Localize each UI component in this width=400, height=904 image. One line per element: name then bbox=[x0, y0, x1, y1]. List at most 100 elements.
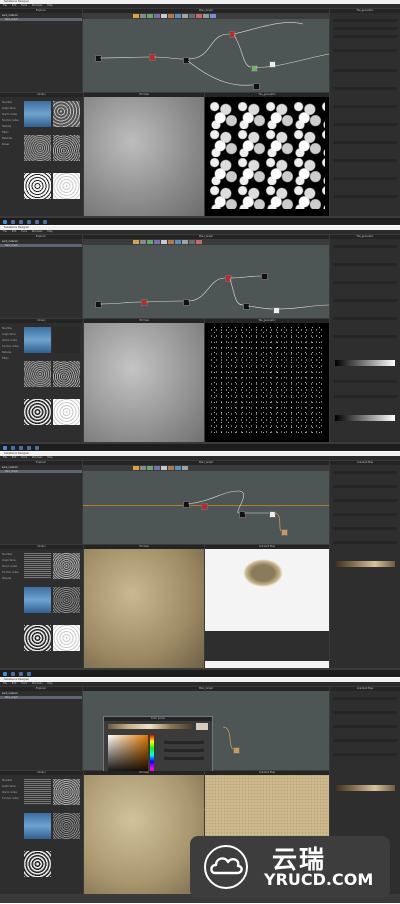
hue-slider[interactable] bbox=[150, 735, 154, 775]
library-category[interactable]: Graph items bbox=[2, 107, 22, 110]
library-thumbnail[interactable] bbox=[24, 399, 51, 425]
taskbar-app-icon[interactable] bbox=[11, 219, 15, 224]
menu-tools[interactable]: Tools bbox=[21, 4, 27, 7]
library-category[interactable]: Graph items bbox=[2, 333, 22, 336]
library-thumbnail[interactable] bbox=[24, 587, 51, 613]
explorer-graph-item[interactable]: Main_Graph bbox=[0, 18, 82, 21]
library-thumbnail[interactable] bbox=[53, 399, 80, 425]
library-category[interactable]: Textures bbox=[2, 351, 22, 354]
library-thumbnail[interactable] bbox=[24, 813, 51, 839]
property-slider[interactable] bbox=[333, 245, 397, 248]
menu-file[interactable]: File bbox=[3, 4, 7, 7]
property-slider[interactable] bbox=[333, 141, 397, 144]
property-slider[interactable] bbox=[333, 541, 397, 544]
property-slider[interactable] bbox=[333, 87, 397, 90]
menu-edit[interactable]: Edit bbox=[12, 456, 17, 459]
property-slider[interactable] bbox=[333, 35, 397, 38]
library-category[interactable]: Function nodes bbox=[2, 345, 22, 348]
taskbar-app-icon[interactable] bbox=[19, 445, 23, 450]
library-thumbnail[interactable] bbox=[53, 587, 80, 613]
library-thumbnail[interactable] bbox=[24, 625, 51, 651]
taskbar-app-icon[interactable] bbox=[43, 219, 47, 224]
gradient-ramp[interactable] bbox=[335, 561, 395, 567]
property-slider[interactable] bbox=[333, 711, 397, 714]
menu-tools[interactable]: Tools bbox=[21, 230, 27, 233]
library-category[interactable]: Textures bbox=[2, 577, 22, 580]
library-thumbnail[interactable] bbox=[53, 173, 80, 199]
gradient-ramp[interactable] bbox=[335, 360, 395, 366]
taskbar-app-icon[interactable] bbox=[19, 671, 23, 676]
library-category[interactable]: Favorites bbox=[2, 101, 22, 104]
property-slider[interactable] bbox=[333, 739, 397, 742]
library-category[interactable]: Function nodes bbox=[2, 119, 22, 122]
property-slider[interactable] bbox=[333, 499, 397, 502]
menu-windows[interactable]: Windows bbox=[32, 4, 43, 7]
library-category[interactable]: Function nodes bbox=[2, 571, 22, 574]
menu-windows[interactable]: Windows bbox=[32, 230, 43, 233]
library-category[interactable]: Favorites bbox=[2, 553, 22, 556]
library-category[interactable]: Favorites bbox=[2, 327, 22, 330]
property-slider[interactable] bbox=[333, 485, 397, 488]
library-thumbnail[interactable] bbox=[53, 553, 80, 579]
property-slider[interactable] bbox=[333, 380, 397, 383]
view3d-panel[interactable]: 3D View bbox=[84, 545, 204, 668]
view2d-panel[interactable]: Tile_generator bbox=[205, 93, 329, 216]
library-thumbnail[interactable] bbox=[24, 101, 51, 127]
graph-view[interactable]: Main_Graph bbox=[83, 235, 329, 318]
explorer-graph-item[interactable]: Main_Graph bbox=[0, 470, 82, 473]
color-sv-square[interactable] bbox=[108, 735, 148, 775]
property-slider[interactable] bbox=[333, 527, 397, 530]
menu-windows[interactable]: Windows bbox=[32, 682, 43, 685]
view3d-panel[interactable]: 3D View bbox=[84, 771, 204, 894]
view3d-panel[interactable]: 3D View bbox=[84, 319, 204, 442]
windows-start-icon[interactable] bbox=[3, 445, 7, 450]
explorer-package[interactable]: sand_material bbox=[2, 240, 17, 243]
menu-help[interactable]: Help bbox=[47, 682, 52, 685]
property-slider[interactable] bbox=[333, 317, 397, 320]
library-thumbnail[interactable] bbox=[53, 361, 80, 387]
library-thumbnail[interactable] bbox=[24, 553, 51, 579]
explorer-graph-item[interactable]: Main_Graph bbox=[0, 696, 82, 699]
menu-help[interactable]: Help bbox=[47, 230, 52, 233]
graph-view[interactable]: Main_Graph bbox=[83, 9, 329, 92]
gradient-ramp[interactable] bbox=[335, 415, 395, 421]
color-value-field[interactable] bbox=[164, 749, 204, 752]
property-slider[interactable] bbox=[333, 263, 397, 266]
view3d-panel[interactable]: 3D View bbox=[84, 93, 204, 216]
property-slider[interactable] bbox=[333, 19, 397, 22]
taskbar-app-icon[interactable] bbox=[27, 219, 31, 224]
property-slider[interactable] bbox=[333, 49, 397, 52]
property-slider[interactable] bbox=[333, 27, 397, 30]
library-category[interactable]: Graph items bbox=[2, 785, 22, 788]
gradient-ramp[interactable] bbox=[335, 785, 395, 791]
library-category[interactable]: Atomic nodes bbox=[2, 791, 22, 794]
library-thumbnail[interactable] bbox=[53, 135, 80, 161]
taskbar-app-icon[interactable] bbox=[35, 219, 39, 224]
menu-tools[interactable]: Tools bbox=[21, 456, 27, 459]
menu-help[interactable]: Help bbox=[47, 456, 52, 459]
explorer-graph-item[interactable]: Main_Graph bbox=[0, 244, 82, 247]
library-category[interactable]: Noises bbox=[2, 143, 22, 146]
library-category[interactable]: Atomic nodes bbox=[2, 339, 22, 342]
library-category[interactable]: Filters bbox=[2, 131, 22, 134]
menu-file[interactable]: File bbox=[3, 456, 7, 459]
menu-file[interactable]: File bbox=[3, 230, 7, 233]
taskbar-app-icon[interactable] bbox=[35, 445, 39, 450]
property-slider[interactable] bbox=[333, 335, 397, 338]
taskbar-app-icon[interactable] bbox=[27, 445, 31, 450]
library-category[interactable]: Function nodes bbox=[2, 797, 22, 800]
library-category[interactable]: Atomic nodes bbox=[2, 565, 22, 568]
property-slider[interactable] bbox=[333, 159, 397, 162]
color-value-field[interactable] bbox=[164, 741, 204, 744]
library-category[interactable]: Atomic nodes bbox=[2, 113, 22, 116]
windows-start-icon[interactable] bbox=[3, 219, 7, 224]
menu-edit[interactable]: Edit bbox=[12, 230, 17, 233]
menu-file[interactable]: File bbox=[3, 682, 7, 685]
property-slider[interactable] bbox=[333, 471, 397, 474]
property-slider[interactable] bbox=[333, 513, 397, 516]
property-slider[interactable] bbox=[333, 395, 397, 398]
property-slider[interactable] bbox=[333, 177, 397, 180]
taskbar-app-icon[interactable] bbox=[11, 671, 15, 676]
property-slider[interactable] bbox=[333, 123, 397, 126]
view2d-panel[interactable]: Gradient Map bbox=[205, 545, 329, 668]
